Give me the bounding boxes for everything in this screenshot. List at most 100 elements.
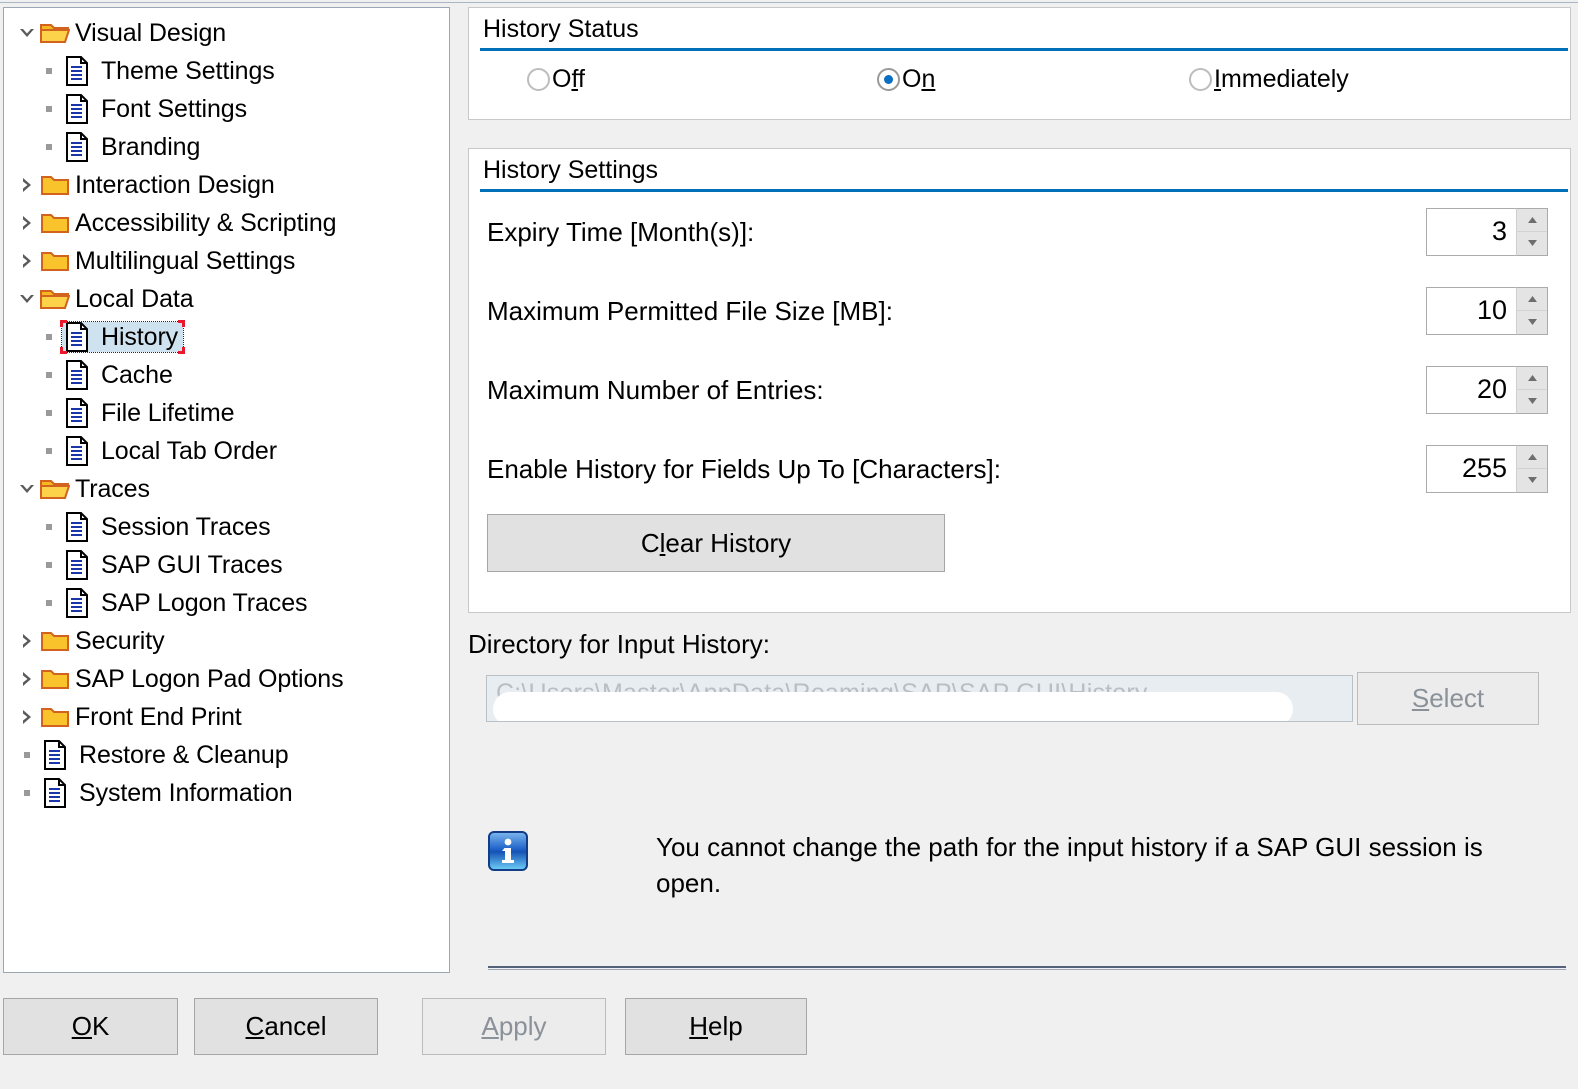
tree-item-system-information[interactable]: System Information — [4, 774, 449, 812]
ok-button[interactable]: OK — [3, 998, 178, 1055]
tree-bullet-icon — [36, 562, 62, 568]
select-directory-button[interactable]: Select — [1357, 672, 1539, 725]
tree-item-branding[interactable]: Branding — [4, 128, 449, 166]
tree-item-label: Font Settings — [92, 94, 250, 124]
tree-item-label: Visual Design — [70, 18, 229, 48]
tree-item-label: Traces — [70, 474, 153, 504]
directory-input[interactable]: C:\Users\Master\AppData\Roaming\SAP\SAP … — [486, 675, 1353, 722]
spinner-up-expiry-time[interactable] — [1517, 209, 1547, 232]
chevron-right-icon[interactable] — [14, 632, 40, 650]
options-navigation-tree[interactable]: Visual Design Theme Settings Font Settings… — [3, 7, 450, 973]
setting-row-field-length: Enable History for Fields Up To [Charact… — [469, 429, 1570, 508]
chevron-down-icon[interactable] — [14, 26, 40, 40]
tree-item-label: SAP Logon Traces — [92, 588, 310, 618]
chevron-right-icon[interactable] — [14, 670, 40, 688]
label-max-file-size: Maximum Permitted File Size [MB]: — [487, 296, 1426, 326]
tree-item-traces[interactable]: Traces — [4, 470, 449, 508]
setting-row-max-file-size: Maximum Permitted File Size [MB]: 10 — [469, 271, 1570, 350]
ok-button-label: OK — [72, 1011, 110, 1042]
spinner-field-length[interactable]: 255 — [1426, 445, 1548, 493]
info-icon — [488, 831, 528, 871]
document-icon — [62, 588, 92, 618]
spinner-value-field-length[interactable]: 255 — [1426, 445, 1516, 493]
tree-item-visual-design[interactable]: Visual Design — [4, 14, 449, 52]
history-settings-title: History Settings — [469, 149, 1570, 189]
history-status-group: History Status Off On Immediately — [468, 7, 1571, 120]
radio-option-on[interactable]: On — [877, 65, 1189, 93]
document-icon — [62, 322, 92, 352]
spinner-down-field-length[interactable] — [1517, 469, 1547, 492]
document-icon — [62, 398, 92, 428]
document-icon — [62, 360, 92, 390]
tree-list: Visual Design Theme Settings Font Settings… — [4, 8, 449, 812]
spinner-down-max-entries[interactable] — [1517, 390, 1547, 413]
tree-item-font-settings[interactable]: Font Settings — [4, 90, 449, 128]
spinner-up-max-entries[interactable] — [1517, 367, 1547, 390]
info-message-text: You cannot change the path for the input… — [656, 829, 1536, 901]
tree-item-local-data[interactable]: Local Data — [4, 280, 449, 318]
tree-item-security[interactable]: Security — [4, 622, 449, 660]
radio-option-immediately[interactable]: Immediately — [1189, 65, 1349, 93]
tree-bullet-icon — [36, 448, 62, 454]
spinner-value-expiry-time[interactable]: 3 — [1426, 208, 1516, 256]
chevron-right-icon[interactable] — [14, 176, 40, 194]
tree-item-label: Local Data — [70, 284, 197, 314]
clear-history-button[interactable]: Clear History — [487, 514, 945, 572]
tree-item-multilingual-settings[interactable]: Multilingual Settings — [4, 242, 449, 280]
folder-open-icon — [40, 474, 70, 504]
document-icon — [62, 94, 92, 124]
chevron-right-icon[interactable] — [14, 252, 40, 270]
cancel-button[interactable]: Cancel — [194, 998, 378, 1055]
radio-option-off[interactable]: Off — [527, 65, 877, 93]
tree-item-cache[interactable]: Cache — [4, 356, 449, 394]
tree-item-sap-logon-pad-options[interactable]: SAP Logon Pad Options — [4, 660, 449, 698]
tree-item-label: System Information — [70, 778, 296, 808]
tree-item-accessibility-scripting[interactable]: Accessibility & Scripting — [4, 204, 449, 242]
chevron-down-icon[interactable] — [14, 292, 40, 306]
tree-item-session-traces[interactable]: Session Traces — [4, 508, 449, 546]
tree-item-theme-settings[interactable]: Theme Settings — [4, 52, 449, 90]
spinner-value-max-file-size[interactable]: 10 — [1426, 287, 1516, 335]
spinner-down-expiry-time[interactable] — [1517, 232, 1547, 255]
tree-item-label: Multilingual Settings — [70, 246, 298, 276]
tree-bullet-icon — [36, 334, 62, 340]
radio-label-on: On — [902, 65, 935, 93]
tree-item-file-lifetime[interactable]: File Lifetime — [4, 394, 449, 432]
spinner-down-max-file-size[interactable] — [1517, 311, 1547, 334]
help-button[interactable]: Help — [625, 998, 807, 1055]
tree-item-front-end-print[interactable]: Front End Print — [4, 698, 449, 736]
spinner-up-max-file-size[interactable] — [1517, 288, 1547, 311]
spinner-max-file-size[interactable]: 10 — [1426, 287, 1548, 335]
history-status-radio-group: Off On Immediately — [469, 51, 1570, 93]
chevron-right-icon[interactable] — [14, 214, 40, 232]
tree-item-label: Branding — [92, 132, 203, 162]
select-button-label: Select — [1412, 683, 1484, 714]
radio-circle-off[interactable] — [527, 68, 550, 91]
spinner-value-max-entries[interactable]: 20 — [1426, 366, 1516, 414]
radio-circle-immediately[interactable] — [1189, 68, 1212, 91]
radio-circle-on[interactable] — [877, 68, 900, 91]
tree-bullet-icon — [14, 752, 40, 758]
tree-item-sap-logon-traces[interactable]: SAP Logon Traces — [4, 584, 449, 622]
document-icon — [40, 740, 70, 770]
apply-button[interactable]: Apply — [422, 998, 606, 1055]
folder-closed-icon — [40, 208, 70, 238]
tree-item-history[interactable]: History — [4, 318, 449, 356]
document-icon — [40, 778, 70, 808]
chevron-right-icon[interactable] — [14, 708, 40, 726]
spinner-up-field-length[interactable] — [1517, 446, 1547, 469]
tree-item-label: History — [92, 322, 181, 352]
spinner-max-entries[interactable]: 20 — [1426, 366, 1548, 414]
tree-item-selected[interactable]: History — [62, 322, 183, 352]
tree-item-local-tab-order[interactable]: Local Tab Order — [4, 432, 449, 470]
spinner-expiry-time[interactable]: 3 — [1426, 208, 1548, 256]
chevron-down-icon[interactable] — [14, 482, 40, 496]
label-expiry-time: Expiry Time [Month(s)]: — [487, 217, 1426, 247]
tree-item-restore-cleanup[interactable]: Restore & Cleanup — [4, 736, 449, 774]
directory-label: Directory for Input History: — [468, 629, 770, 660]
tree-bullet-icon — [36, 524, 62, 530]
tree-item-label: Front End Print — [70, 702, 245, 732]
tree-item-sap-gui-traces[interactable]: SAP GUI Traces — [4, 546, 449, 584]
tree-item-interaction-design[interactable]: Interaction Design — [4, 166, 449, 204]
tree-bullet-icon — [36, 68, 62, 74]
